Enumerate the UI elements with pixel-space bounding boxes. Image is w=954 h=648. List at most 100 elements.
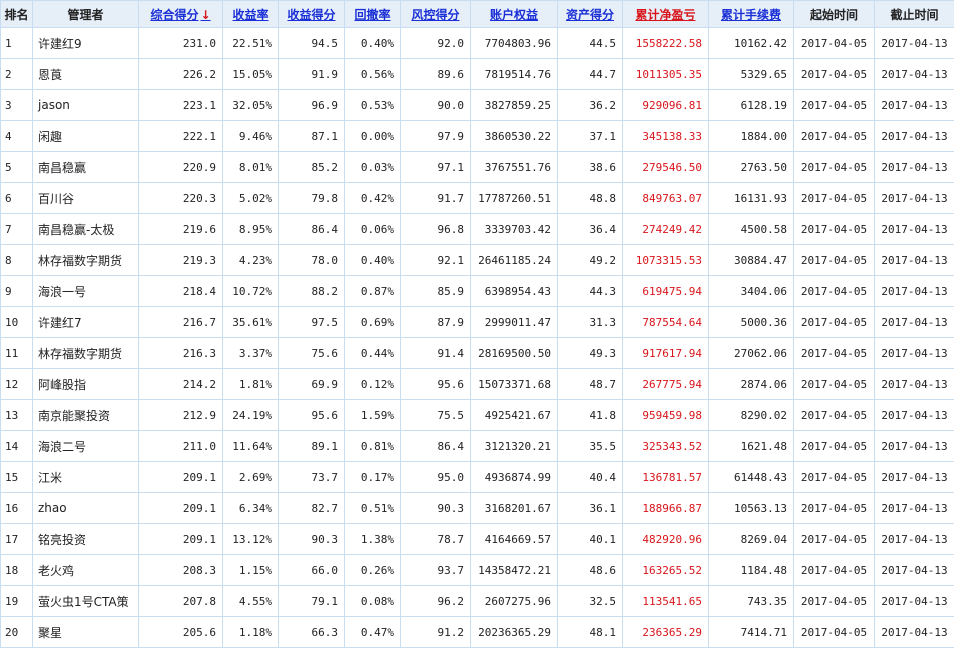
- cell-pnl: 917617.94: [622, 337, 709, 369]
- cell-risk_score: 97.1: [400, 151, 471, 183]
- column-header-return_score[interactable]: 收益得分: [278, 0, 345, 28]
- cell-total: 209.1: [138, 492, 223, 524]
- cell-total: 207.8: [138, 585, 223, 617]
- cell-manager: jason: [32, 89, 139, 121]
- table-row[interactable]: 6 百川谷 220.3 5.02% 79.8 0.42% 91.7 17787260.51 48…: [0, 182, 954, 214]
- column-header-asset_score[interactable]: 资产得分: [557, 0, 623, 28]
- cell-equity: 3767551.76: [470, 151, 558, 183]
- table-row[interactable]: 12 阿峰股指 214.2 1.81% 69.9 0.12% 95.6 15073371.68…: [0, 368, 954, 400]
- cell-end: 2017-04-13: [874, 120, 954, 152]
- column-header-equity[interactable]: 账户权益: [470, 0, 558, 28]
- cell-asset_score: 44.3: [557, 275, 623, 307]
- cell-return: 13.12%: [222, 523, 279, 555]
- cell-return_score: 78.0: [278, 244, 345, 276]
- sort-desc-arrow-icon[interactable]: ↓: [200, 8, 210, 22]
- cell-asset_score: 48.6: [557, 554, 623, 586]
- table-row[interactable]: 13 南京能聚投资 212.9 24.19% 95.6 1.59% 75.5 4925421.…: [0, 399, 954, 431]
- column-header-risk_score[interactable]: 风控得分: [400, 0, 471, 28]
- cell-manager: zhao: [32, 492, 139, 524]
- cell-drawdown: 0.06%: [344, 213, 401, 245]
- table-row[interactable]: 17 铭亮投资 209.1 13.12% 90.3 1.38% 78.7 4164669.57…: [0, 523, 954, 555]
- cell-return: 6.34%: [222, 492, 279, 524]
- cell-total: 222.1: [138, 120, 223, 152]
- column-header-label: 资产得分: [565, 7, 614, 22]
- cell-start: 2017-04-05: [793, 182, 875, 214]
- cell-rank: 6: [0, 182, 33, 214]
- cell-rank: 8: [0, 244, 33, 276]
- table-row[interactable]: 2 恩莨 226.2 15.05% 91.9 0.56% 89.6 7819514.76 44.…: [0, 58, 954, 90]
- cell-fee: 2874.06: [708, 368, 794, 400]
- table-row[interactable]: 16 zhao 209.1 6.34% 82.7 0.51% 90.3 3168201.67 3…: [0, 492, 954, 524]
- cell-drawdown: 0.47%: [344, 616, 401, 648]
- cell-end: 2017-04-13: [874, 430, 954, 462]
- cell-return_score: 91.9: [278, 58, 345, 90]
- cell-end: 2017-04-13: [874, 244, 954, 276]
- cell-pnl: 274249.42: [622, 213, 709, 245]
- cell-manager: 老火鸡: [32, 554, 139, 586]
- cell-return: 11.64%: [222, 430, 279, 462]
- column-header-pnl[interactable]: 累计净盈亏: [622, 0, 709, 28]
- cell-manager: 林存福数字期货: [32, 337, 139, 369]
- cell-fee: 5000.36: [708, 306, 794, 338]
- cell-risk_score: 92.1: [400, 244, 471, 276]
- cell-total: 226.2: [138, 58, 223, 90]
- cell-fee: 5329.65: [708, 58, 794, 90]
- cell-start: 2017-04-05: [793, 523, 875, 555]
- cell-equity: 3827859.25: [470, 89, 558, 121]
- table-row[interactable]: 7 南昌稳赢-太极 219.6 8.95% 86.4 0.06% 96.8 3339703.4…: [0, 213, 954, 245]
- cell-rank: 1: [0, 27, 33, 59]
- cell-return_score: 94.5: [278, 27, 345, 59]
- cell-return: 5.02%: [222, 182, 279, 214]
- cell-risk_score: 95.6: [400, 368, 471, 400]
- table-row[interactable]: 14 海浪二号 211.0 11.64% 89.1 0.81% 86.4 3121320.21…: [0, 430, 954, 462]
- table-row[interactable]: 10 许建红7 216.7 35.61% 97.5 0.69% 87.9 2999011.47…: [0, 306, 954, 338]
- cell-start: 2017-04-05: [793, 585, 875, 617]
- table-row[interactable]: 11 林存福数字期货 216.3 3.37% 75.6 0.44% 91.4 28169500…: [0, 337, 954, 369]
- cell-return: 15.05%: [222, 58, 279, 90]
- column-header-label: 收益率: [232, 7, 269, 22]
- column-header-total[interactable]: 综合得分 ↓: [138, 0, 223, 28]
- table-row[interactable]: 1 许建红9 231.0 22.51% 94.5 0.40% 92.0 7704803.96 4…: [0, 27, 954, 59]
- table-row[interactable]: 20 聚星 205.6 1.18% 66.3 0.47% 91.2 20236365.29 48…: [0, 616, 954, 648]
- cell-pnl: 113541.65: [622, 585, 709, 617]
- cell-start: 2017-04-05: [793, 554, 875, 586]
- cell-drawdown: 0.81%: [344, 430, 401, 462]
- cell-rank: 18: [0, 554, 33, 586]
- table-row[interactable]: 15 江米 209.1 2.69% 73.7 0.17% 95.0 4936874.99 40.…: [0, 461, 954, 493]
- cell-start: 2017-04-05: [793, 492, 875, 524]
- cell-return_score: 66.0: [278, 554, 345, 586]
- cell-rank: 20: [0, 616, 33, 648]
- cell-rank: 15: [0, 461, 33, 493]
- cell-return: 22.51%: [222, 27, 279, 59]
- cell-return_score: 89.1: [278, 430, 345, 462]
- cell-manager: 南昌稳赢-太极: [32, 213, 139, 245]
- cell-return: 4.23%: [222, 244, 279, 276]
- table-row[interactable]: 5 南昌稳赢 220.9 8.01% 85.2 0.03% 97.1 3767551.76 38…: [0, 151, 954, 183]
- table-row[interactable]: 8 林存福数字期货 219.3 4.23% 78.0 0.40% 92.1 26461185.…: [0, 244, 954, 276]
- cell-asset_score: 44.5: [557, 27, 623, 59]
- cell-manager: 萤火虫1号CTA策: [32, 585, 139, 617]
- cell-total: 209.1: [138, 461, 223, 493]
- table-row[interactable]: 4 闲趣 222.1 9.46% 87.1 0.00% 97.9 3860530.22 37.1…: [0, 120, 954, 152]
- cell-end: 2017-04-13: [874, 58, 954, 90]
- table-row[interactable]: 9 海浪一号 218.4 10.72% 88.2 0.87% 85.9 6398954.43 4…: [0, 275, 954, 307]
- cell-drawdown: 0.44%: [344, 337, 401, 369]
- cell-pnl: 188966.87: [622, 492, 709, 524]
- table-row[interactable]: 3 jason 223.1 32.05% 96.9 0.53% 90.0 3827859.25…: [0, 89, 954, 121]
- cell-asset_score: 40.4: [557, 461, 623, 493]
- cell-manager: 闲趣: [32, 120, 139, 152]
- table-row[interactable]: 18 老火鸡 208.3 1.15% 66.0 0.26% 93.7 14358472.21 4…: [0, 554, 954, 586]
- column-header-label: 累计手续费: [720, 7, 781, 22]
- cell-fee: 8269.04: [708, 523, 794, 555]
- cell-drawdown: 0.42%: [344, 182, 401, 214]
- column-header-drawdown[interactable]: 回撤率: [344, 0, 401, 28]
- table-row[interactable]: 19 萤火虫1号CTA策 207.8 4.55% 79.1 0.08% 96.2 260727…: [0, 585, 954, 617]
- cell-fee: 2763.50: [708, 151, 794, 183]
- cell-total: 218.4: [138, 275, 223, 307]
- cell-drawdown: 0.08%: [344, 585, 401, 617]
- cell-total: 214.2: [138, 368, 223, 400]
- column-header-return[interactable]: 收益率: [222, 0, 279, 28]
- column-header-fee[interactable]: 累计手续费: [708, 0, 794, 28]
- cell-total: 211.0: [138, 430, 223, 462]
- cell-manager: 阿峰股指: [32, 368, 139, 400]
